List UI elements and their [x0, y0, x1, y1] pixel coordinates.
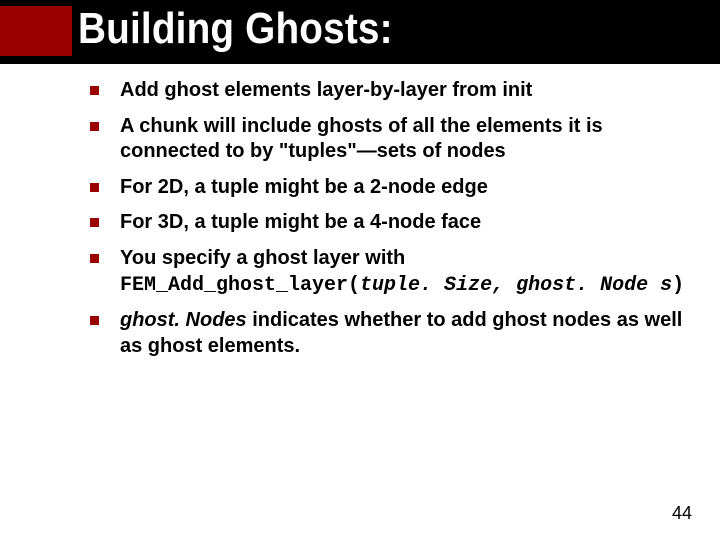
accent-block [0, 6, 72, 56]
list-item: For 3D, a tuple might be a 4-node face [84, 210, 702, 236]
text-prefix: You specify a ghost layer with [120, 247, 405, 269]
function-close: ) [672, 274, 684, 297]
list-item: ghost. Nodes indicates whether to add gh… [84, 308, 702, 359]
list-item: You specify a ghost layer with FEM_Add_g… [84, 246, 702, 298]
list-item: For 2D, a tuple might be a 2-node edge [84, 175, 702, 201]
italic-term: ghost. Nodes [120, 309, 247, 331]
function-name: FEM_Add_ghost_layer( [120, 274, 360, 297]
list-item: A chunk will include ghosts of all the e… [84, 114, 702, 165]
slide-body: Add ghost elements layer-by-layer from i… [84, 78, 702, 369]
bullet-list: Add ghost elements layer-by-layer from i… [84, 78, 702, 359]
page-number: 44 [672, 503, 692, 524]
list-item: Add ghost elements layer-by-layer from i… [84, 78, 702, 104]
slide: Building Ghosts: Add ghost elements laye… [0, 0, 720, 540]
slide-title: Building Ghosts: [78, 4, 393, 54]
title-bar: Building Ghosts: [0, 0, 720, 64]
function-args: tuple. Size, ghost. Node s [360, 274, 672, 297]
